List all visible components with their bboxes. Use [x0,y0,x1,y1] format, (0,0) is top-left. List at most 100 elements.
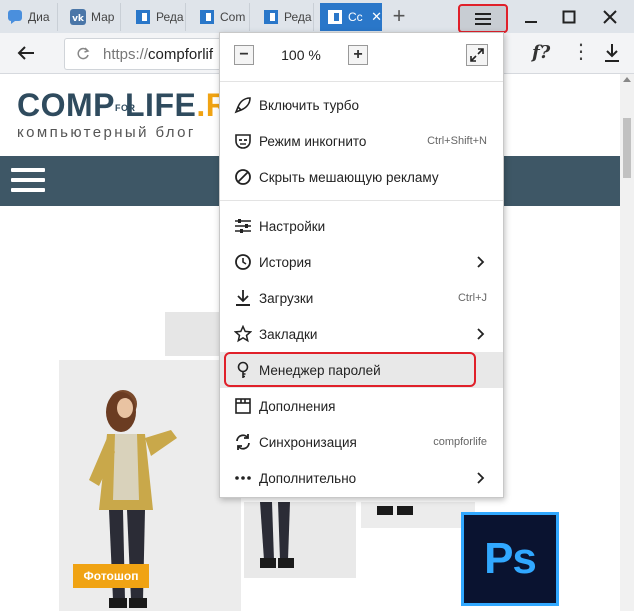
tab-4[interactable]: Com [192,3,250,31]
sync-icon [233,432,253,452]
menu-item-label: Включить турбо [259,97,359,113]
compforlife-favicon [135,9,151,25]
incognito-icon [233,131,253,151]
compforlife-favicon [263,9,279,25]
menu-item-incognito[interactable]: Режим инкогнито Ctrl+Shift+N [220,123,503,159]
tab-5-label: Реда [284,10,312,24]
chevron-right-icon [477,328,485,340]
logo-wordmark: COMPFORLIFE.RU [17,88,253,122]
shoes-photo-illustration [377,506,413,515]
menu-item-hide-ads[interactable]: Скрыть мешающую рекламу [220,159,503,195]
category-tag[interactable]: Фотошоп [73,564,149,588]
menu-item-label: Загрузки [259,290,314,306]
menu-item-turbo[interactable]: Включить турбо [220,87,503,123]
menu-separator [220,200,503,201]
legs-photo-illustration [260,502,294,568]
reload-icon[interactable] [73,44,93,64]
compforlife-favicon [199,9,215,25]
browser-menu-button[interactable] [458,4,508,33]
close-icon [603,10,617,24]
key-icon [233,360,253,380]
logo-part1: COMP [17,87,115,123]
site-menu-icon[interactable] [11,168,45,194]
menu-item-more[interactable]: Дополнительно [220,460,503,496]
tab-4-label: Com [220,10,246,24]
more-vertical-icon[interactable]: ⋮ [571,39,591,64]
chat-icon [7,9,23,25]
rocket-icon [233,95,253,115]
logo-for: FOR [115,102,136,113]
more-dots-icon [233,468,253,488]
tab-2[interactable]: vk Мар [63,3,121,31]
svg-text:vk: vk [72,14,85,24]
tab-6-label: Сс [348,10,363,24]
menu-item-label: Скрыть мешающую рекламу [259,169,439,185]
post-card-image-2[interactable] [244,502,356,578]
tab-6-active[interactable]: Сс ✕ [320,3,382,31]
post-thumbnail-background [165,312,225,356]
function-f-icon[interactable]: f? [532,42,550,63]
menu-item-label: Менеджер паролей [259,362,381,378]
back-button[interactable] [14,41,38,65]
menu-item-sync[interactable]: Синхронизация compforlife [220,424,503,460]
settings-sliders-icon [233,216,253,236]
tab-bar: Диа vk Мар Реда Com Реда Сс ✕ + [0,0,634,33]
zoom-in-button[interactable]: + [348,45,368,65]
photoshop-logo: Ps [461,512,559,606]
shortcut-hint: Ctrl+Shift+N [427,135,487,147]
block-icon [233,167,253,187]
site-logo[interactable]: COMPFORLIFE.RU компьютерный блог [17,88,253,141]
url-text: https://compforlif [103,46,213,63]
url-field[interactable]: https://compforlif [64,38,235,70]
url-host: compforlif [148,45,214,63]
arrow-left-icon [17,46,34,60]
menu-item-password-manager[interactable]: Менеджер паролей [220,352,503,388]
download-icon [233,288,253,308]
menu-item-label: Настройки [259,218,326,234]
new-tab-button[interactable]: + [386,4,412,30]
maximize-button[interactable] [551,4,587,30]
menu-item-label: Режим инкогнито [259,133,367,149]
tab-3-label: Реда [156,10,184,24]
sync-account-hint: compforlife [433,436,487,448]
chevron-right-icon [477,256,485,268]
maximize-icon [562,10,576,24]
menu-item-settings[interactable]: Настройки [220,208,503,244]
zoom-out-button[interactable]: − [234,45,254,65]
url-scheme: https:// [103,45,149,63]
close-window-button[interactable] [592,4,628,30]
fullscreen-button[interactable] [466,44,488,66]
menu-item-extensions[interactable]: Дополнения [220,388,503,424]
browser-menu: − 100 % + Включить турбо Режим инкогнито… [219,32,504,498]
menu-item-label: История [259,254,312,270]
menu-item-label: Дополнения [259,398,336,414]
ps-logo-text: Ps [484,534,537,583]
zoom-level: 100 % [281,47,321,63]
menu-item-label: Закладки [259,326,318,342]
star-icon [233,324,253,344]
vk-icon: vk [70,9,86,25]
post-card-image-3[interactable] [361,502,475,528]
download-icon[interactable] [603,43,621,63]
scroll-thumb[interactable] [623,118,631,178]
clock-icon [233,252,253,272]
chevron-right-icon [477,472,485,484]
tab-2-label: Мар [91,10,115,24]
scroll-up-icon[interactable] [623,77,631,82]
page-scrollbar[interactable] [620,74,634,611]
menu-item-bookmarks[interactable]: Закладки [220,316,503,352]
logo-part2: LIFE [125,87,197,123]
close-tab-icon[interactable]: ✕ [371,9,382,25]
extensions-icon [233,396,253,416]
fullscreen-icon [470,48,484,62]
tab-1[interactable]: Диа [0,3,58,31]
shortcut-hint: Ctrl+J [457,292,487,304]
tab-5[interactable]: Реда [256,3,314,31]
zoom-controls: − 100 % + [220,33,503,82]
site-tagline: компьютерный блог [17,124,196,141]
menu-item-history[interactable]: История [220,244,503,280]
minimize-icon [525,21,537,23]
menu-item-downloads[interactable]: Загрузки Ctrl+J [220,280,503,316]
tab-3[interactable]: Реда [128,3,186,31]
minimize-button[interactable] [513,4,549,30]
